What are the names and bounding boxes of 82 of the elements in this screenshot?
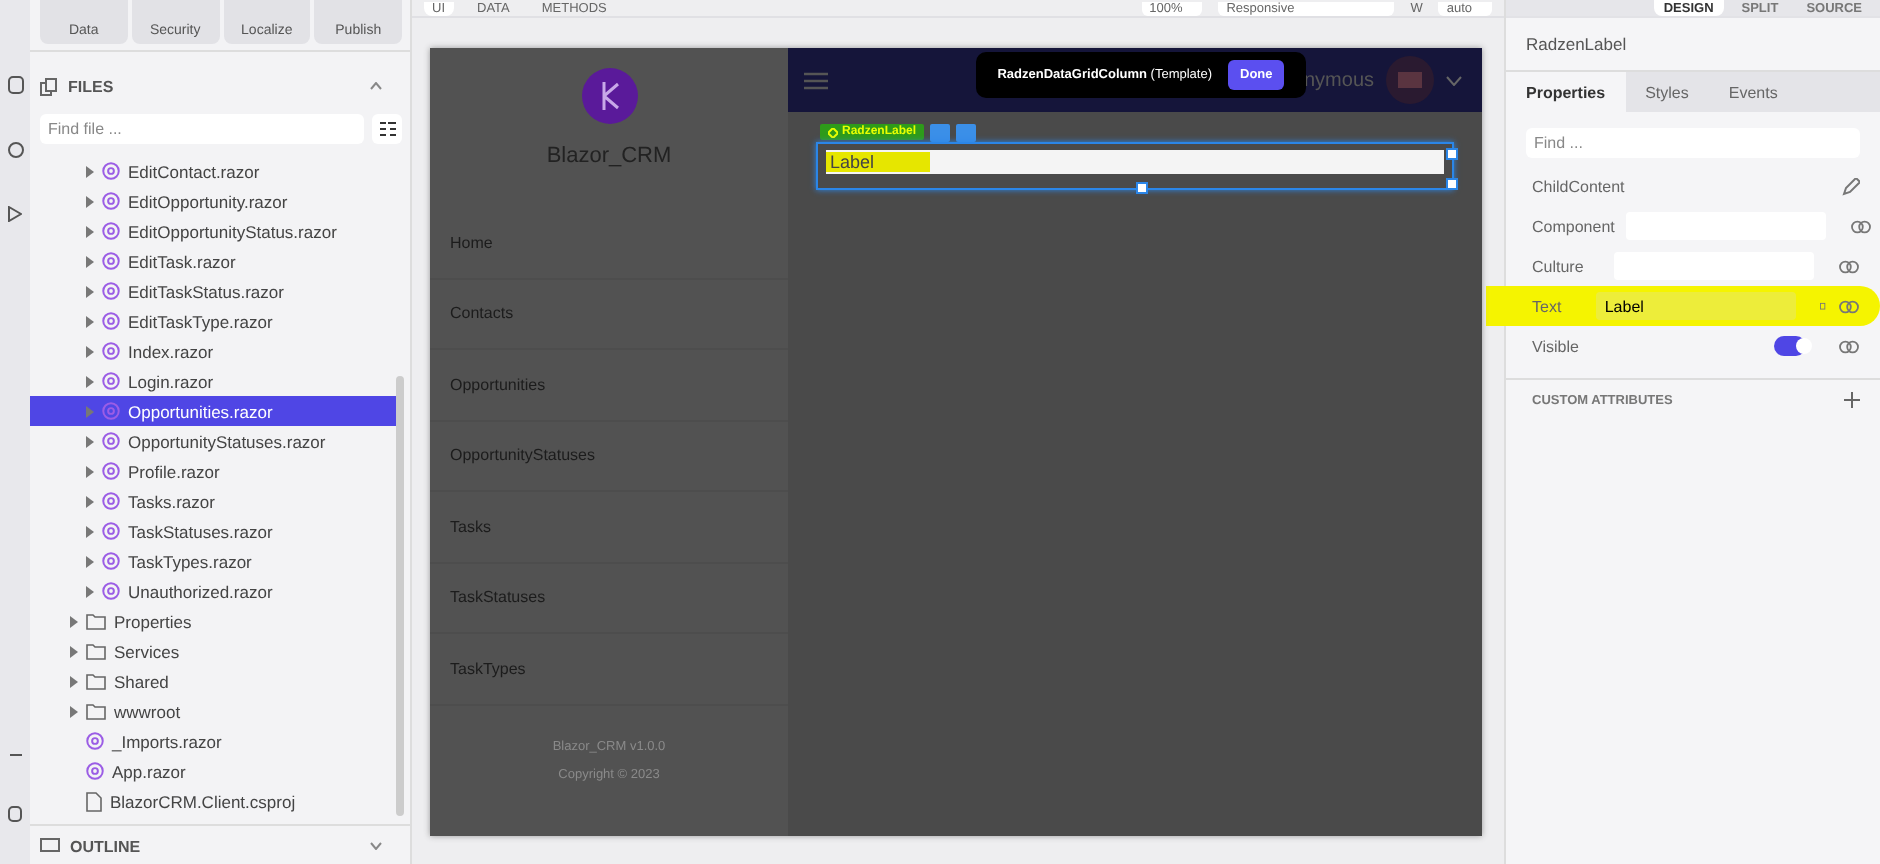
pencil-icon[interactable] [1842, 177, 1860, 195]
file-tree-item[interactable]: EditOpportunityStatus.razor [30, 216, 396, 246]
toggle-switch[interactable] [1774, 336, 1806, 356]
selected-label-frame[interactable]: Label [816, 142, 1454, 190]
expand-arrow-icon[interactable] [70, 615, 78, 627]
expand-arrow-icon[interactable] [86, 255, 94, 267]
trash-icon[interactable] [1820, 298, 1826, 314]
collapse-icon[interactable] [370, 82, 382, 90]
expand-arrow-icon[interactable] [86, 195, 94, 207]
file-tree-item[interactable]: Properties [30, 606, 396, 636]
expand-arrow-icon[interactable] [86, 315, 94, 327]
select-parent-button[interactable] [930, 123, 951, 141]
logo-icon [581, 68, 637, 124]
add-icon[interactable] [1844, 392, 1860, 408]
diamond-icon [828, 127, 838, 137]
resize-handle[interactable] [1446, 178, 1458, 190]
expand-arrow-icon[interactable] [86, 495, 94, 507]
link-icon[interactable] [1838, 257, 1860, 275]
find-property-field[interactable]: Find ... [1526, 128, 1860, 158]
expand-arrow-icon[interactable] [70, 705, 78, 717]
file-tree-item[interactable]: EditTask.razor [30, 246, 396, 276]
file-tree-item[interactable]: Unauthorized.razor [30, 576, 396, 606]
panel-title: FILES [68, 77, 116, 95]
more-button[interactable] [956, 123, 977, 141]
file-tree-item[interactable]: OpportunityStatuses.razor [30, 426, 396, 456]
file-tree-item[interactable]: BlazorCRM.Client.csproj [30, 786, 396, 816]
property-name: ChildContent [1532, 177, 1627, 195]
property-name: Text [1532, 297, 1564, 315]
expand-arrow-icon[interactable] [86, 585, 94, 597]
file-icon [86, 791, 102, 811]
file-tree-item[interactable]: TaskStatuses.razor [30, 516, 396, 546]
file-tree-item[interactable]: _Imports.razor [30, 726, 396, 756]
outline-icon [40, 838, 60, 854]
inspector-tab[interactable]: Styles [1625, 72, 1709, 112]
file-tree-item[interactable]: App.razor [30, 756, 396, 786]
user-name: nymous [1303, 69, 1374, 91]
file-tree-item[interactable]: wwwroot [30, 696, 396, 726]
panel-title: OUTLINE [70, 837, 143, 855]
resize-handle[interactable] [1135, 182, 1147, 194]
menu-icon[interactable] [804, 71, 828, 89]
property-field[interactable]: Label [1596, 292, 1797, 320]
expand-arrow-icon[interactable] [86, 465, 94, 477]
property-name: Visible [1532, 337, 1581, 355]
link-icon[interactable] [1850, 217, 1873, 235]
inspector-tab[interactable]: Events [1708, 72, 1798, 112]
expand-arrow-icon[interactable] [86, 525, 94, 537]
tree-options-icon[interactable] [372, 114, 402, 144]
find-file-field[interactable]: Find file ... [40, 114, 364, 144]
expand-arrow-icon[interactable] [86, 555, 94, 567]
files-icon [40, 77, 58, 95]
expand-arrow-icon[interactable] [86, 435, 94, 447]
file-tree-item[interactable]: Login.razor [30, 366, 396, 396]
expand-arrow-icon[interactable] [70, 675, 78, 687]
file-tree-item[interactable]: EditTaskType.razor [30, 306, 396, 336]
link-icon[interactable] [1838, 297, 1860, 315]
label-text: Label [826, 152, 931, 172]
file-tree-item[interactable]: EditOpportunity.razor [30, 186, 396, 216]
file-tree-item[interactable]: Opportunities.razor [30, 396, 396, 426]
link-icon[interactable] [1838, 337, 1860, 355]
expand-icon[interactable] [370, 842, 382, 850]
file-tree-item[interactable]: Profile.razor [30, 456, 396, 486]
property-name: Component [1532, 217, 1615, 235]
dash-icon[interactable] [9, 754, 21, 758]
file-tree-item[interactable]: EditTaskStatus.razor [30, 276, 396, 306]
file-tree-item[interactable]: TaskTypes.razor [30, 546, 396, 576]
play-icon[interactable] [8, 206, 22, 222]
file-tree-item[interactable]: Index.razor [30, 336, 396, 366]
expand-arrow-icon[interactable] [86, 165, 94, 177]
expand-arrow-icon[interactable] [86, 345, 94, 357]
expand-arrow-icon[interactable] [70, 645, 78, 657]
file-tree-item[interactable]: Tasks.razor [30, 486, 396, 516]
file-tree-item[interactable]: Shared [30, 666, 396, 696]
scrollbar[interactable] [396, 376, 404, 816]
file-tree-item[interactable]: Services [30, 636, 396, 666]
chevron-down-icon[interactable] [1446, 75, 1462, 85]
expand-arrow-icon[interactable] [86, 375, 94, 387]
resize-handle[interactable] [1446, 148, 1458, 160]
file-tree-item[interactable]: EditContact.razor [30, 156, 396, 186]
expand-arrow-icon[interactable] [86, 225, 94, 237]
property-name: Culture [1532, 257, 1586, 275]
expand-arrow-icon[interactable] [86, 285, 94, 297]
inspector-tab[interactable]: Properties [1506, 72, 1626, 112]
